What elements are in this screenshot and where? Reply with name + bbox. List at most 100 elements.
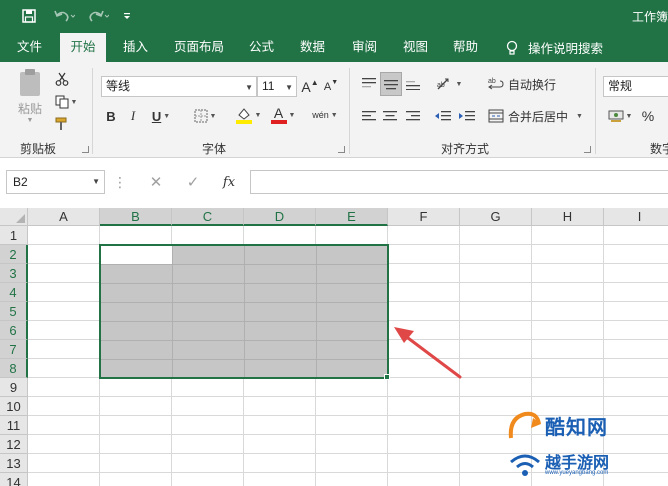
underline-glyph: U (151, 108, 162, 124)
insert-function-button[interactable]: fx (219, 172, 239, 192)
group-divider (595, 68, 596, 154)
italic-button[interactable]: I (125, 106, 141, 126)
customize-qat-icon[interactable] (120, 6, 134, 26)
svg-text:ab: ab (437, 82, 445, 89)
name-box-value: B2 (13, 175, 28, 189)
copy-icon[interactable]: ▼ (52, 93, 80, 111)
decrease-indent-icon[interactable] (433, 106, 453, 126)
tab-home[interactable]: 开始 (60, 33, 106, 62)
font-color-button[interactable]: A ▼ (268, 104, 298, 126)
font-color-swatch (270, 120, 287, 124)
increase-indent-icon[interactable] (457, 106, 477, 126)
row-header-8[interactable]: 8 (0, 359, 28, 378)
accounting-icon (608, 110, 624, 122)
tab-help[interactable]: 帮助 (447, 33, 484, 62)
wrap-text-button[interactable]: ab 自动换行 (488, 74, 568, 94)
selection-border (99, 244, 389, 379)
row-header-7[interactable]: 7 (0, 340, 28, 359)
redo-icon[interactable] (84, 6, 112, 26)
font-name-value: 等线 (106, 79, 131, 93)
save-icon[interactable] (18, 6, 40, 26)
shrink-font-button[interactable]: A ▼ (322, 76, 340, 97)
borders-icon (194, 109, 208, 123)
row-header-12[interactable]: 12 (0, 435, 28, 454)
watermark-brand: 酷知网 (545, 417, 608, 439)
row-header-3[interactable]: 3 (0, 264, 28, 283)
column-header-f[interactable]: F (388, 208, 460, 226)
percent-button[interactable]: % (640, 106, 656, 126)
row-header-2[interactable]: 2 (0, 245, 28, 264)
annotation-arrow-icon (394, 327, 462, 379)
alignment-launcher-icon[interactable] (584, 146, 591, 153)
column-header-a[interactable]: A (28, 208, 100, 226)
row-header-13[interactable]: 13 (0, 454, 28, 473)
align-bottom-icon[interactable] (405, 74, 421, 94)
column-header-i[interactable]: I (604, 208, 668, 226)
name-box[interactable]: B2 ▼ (6, 170, 105, 194)
tab-review[interactable]: 审阅 (346, 33, 383, 62)
merge-center-button[interactable]: 合并后居中 ▼ (488, 106, 584, 126)
wrap-text-label: 自动换行 (508, 77, 557, 92)
select-all-corner[interactable] (0, 208, 28, 226)
accounting-format-button[interactable]: ▼ (605, 106, 635, 126)
phonetic-button[interactable]: wén ▼ (309, 104, 341, 126)
clipboard-group-label: 剪贴板 (20, 142, 57, 156)
format-painter-icon[interactable] (52, 115, 72, 133)
tab-insert[interactable]: 插入 (117, 33, 154, 62)
font-launcher-icon[interactable] (338, 146, 345, 153)
grow-font-button[interactable]: A ▲ (301, 76, 319, 97)
enter-formula-icon[interactable]: ✓ (183, 172, 203, 192)
align-top-icon[interactable] (361, 74, 377, 94)
chevron-down-icon: ▼ (92, 177, 100, 186)
font-size-dropdown[interactable]: 11 ▼ (257, 76, 297, 97)
row-header-4[interactable]: 4 (0, 283, 28, 302)
column-header-h[interactable]: H (532, 208, 604, 226)
tab-formulas[interactable]: 公式 (243, 33, 280, 62)
paste-button[interactable]: 粘贴 ▼ (12, 68, 48, 124)
clipboard-launcher-icon[interactable] (82, 146, 89, 153)
row-header-1[interactable]: 1 (0, 226, 28, 245)
cut-icon[interactable] (52, 70, 72, 88)
tab-data[interactable]: 数据 (294, 33, 331, 62)
bold-button[interactable]: B (103, 106, 119, 126)
font-name-dropdown[interactable]: 等线 ▼ (101, 76, 257, 97)
tab-file[interactable]: 文件 (11, 33, 48, 62)
borders-button[interactable]: ▼ (189, 106, 221, 126)
column-header-g[interactable]: G (460, 208, 532, 226)
column-header-b[interactable]: B (100, 208, 172, 226)
column-header-d[interactable]: D (244, 208, 316, 226)
number-format-value: 常规 (608, 79, 633, 93)
tab-view[interactable]: 视图 (397, 33, 434, 62)
formula-input[interactable] (250, 170, 668, 194)
row-header-11[interactable]: 11 (0, 416, 28, 435)
row-header-14[interactable]: 14 (0, 473, 28, 486)
undo-icon[interactable] (50, 6, 78, 26)
title-bar: 工作簿 (0, 0, 668, 33)
number-format-dropdown[interactable]: 常规 (603, 76, 668, 97)
orientation-icon[interactable]: ab ▼ (434, 74, 464, 94)
row-header-6[interactable]: 6 (0, 321, 28, 340)
tell-me-search[interactable]: 操作说明搜索 (506, 33, 603, 62)
row-header-5[interactable]: 5 (0, 302, 28, 321)
cancel-formula-icon[interactable]: ✕ (146, 172, 166, 192)
formula-bar-grip-icon: ⋮ (113, 173, 127, 190)
tab-page-layout[interactable]: 页面布局 (168, 33, 230, 62)
column-header-e[interactable]: E (316, 208, 388, 226)
underline-button[interactable]: U ▼ (147, 106, 175, 126)
column-header-c[interactable]: C (172, 208, 244, 226)
watermark-logo-icon (508, 411, 541, 439)
row-header-9[interactable]: 9 (0, 378, 28, 397)
fill-color-button[interactable]: ▼ (233, 104, 263, 126)
align-center-icon[interactable] (382, 106, 398, 126)
align-right-icon[interactable] (405, 106, 421, 126)
align-middle-icon[interactable] (380, 72, 402, 96)
gridline (28, 396, 668, 397)
watermark: 酷知网 越手游网 www.yueyangbang.com (505, 408, 668, 486)
window-title: 工作簿 (631, 10, 668, 24)
grow-font-glyph: A (301, 78, 311, 95)
align-left-icon[interactable] (361, 106, 377, 126)
font-size-value: 11 (262, 79, 275, 93)
paste-label: 粘贴 (17, 102, 42, 116)
svg-text:ab: ab (488, 78, 496, 85)
row-header-10[interactable]: 10 (0, 397, 28, 416)
